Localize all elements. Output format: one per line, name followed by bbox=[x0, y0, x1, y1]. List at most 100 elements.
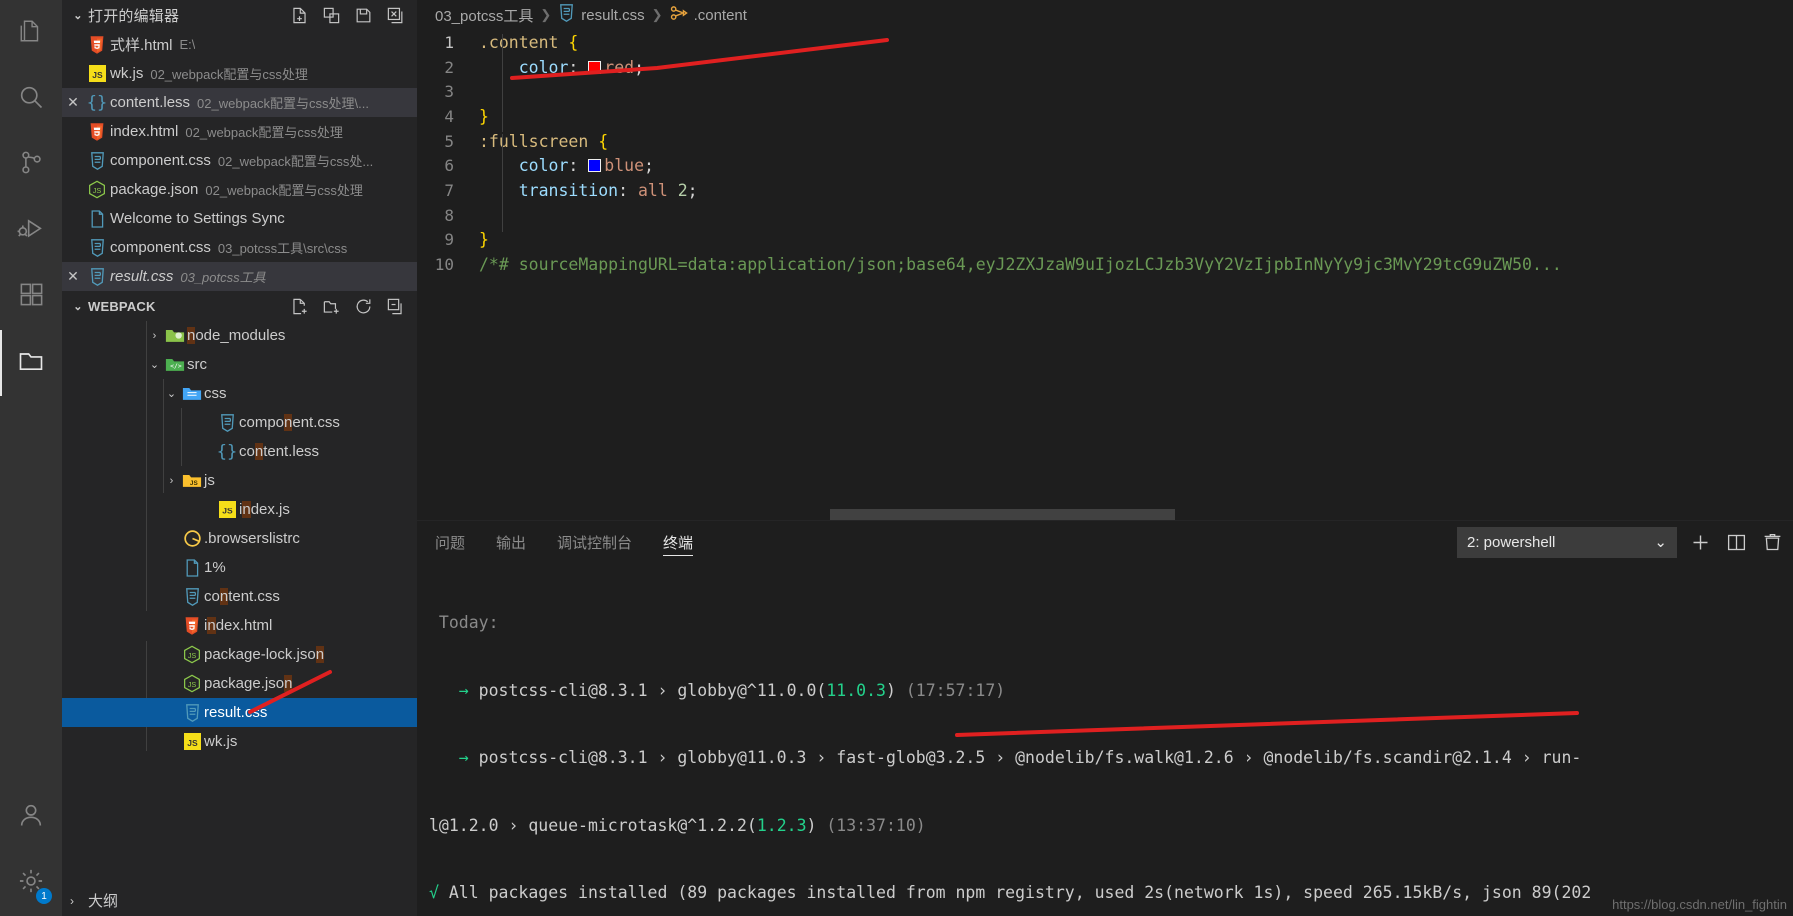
open-editor-item[interactable]: ✕ index.html 02_webpack配置与css处理 bbox=[62, 117, 417, 146]
breadcrumb-separator: ❯ bbox=[651, 7, 663, 22]
line-content: .content { bbox=[479, 32, 579, 52]
tree-item-package-json[interactable]: › JS package.json bbox=[62, 669, 417, 698]
tree-item-package-lock-json[interactable]: › JS package-lock.json bbox=[62, 640, 417, 669]
tree-item-result-css[interactable]: › result.css bbox=[62, 698, 417, 727]
explorer-header[interactable]: ⌄ WEBPACK bbox=[62, 291, 417, 321]
folder-src-icon: </> bbox=[163, 356, 187, 373]
terminal-output[interactable]: Today: → postcss-cli@8.3.1 › globby@^11.… bbox=[417, 563, 1793, 916]
activity-item-source-control[interactable] bbox=[0, 132, 62, 198]
chevron-right-icon[interactable]: › bbox=[70, 894, 88, 908]
tree-item-component-css[interactable]: › component.css bbox=[62, 408, 417, 437]
new-terminal-icon[interactable] bbox=[1687, 529, 1713, 555]
tree-item-src[interactable]: ⌄ </> src bbox=[62, 350, 417, 379]
tab-problems[interactable]: 问题 bbox=[435, 521, 465, 563]
tree-item-1pct[interactable]: › 1% bbox=[62, 553, 417, 582]
code-line: 3 bbox=[417, 79, 1793, 104]
close-all-icon[interactable] bbox=[386, 6, 405, 25]
chevron-right-icon[interactable]: › bbox=[146, 330, 163, 342]
tree-item-browserslistrc[interactable]: › .browserslistrc bbox=[62, 524, 417, 553]
open-editor-item[interactable]: ✕ {} content.less 02_webpack配置与css处理\... bbox=[62, 88, 417, 117]
open-editor-item[interactable]: ✕ JS wk.js 02_webpack配置与css处理 bbox=[62, 59, 417, 88]
open-editor-item[interactable]: ✕ component.css 02_webpack配置与css处... bbox=[62, 146, 417, 175]
tree-item-node_modules[interactable]: › node_modules n bbox=[62, 321, 417, 350]
less-icon: {} bbox=[86, 92, 108, 113]
tree-item-wk-js[interactable]: › JS wk.js bbox=[62, 727, 417, 756]
new-folder-icon[interactable] bbox=[322, 297, 341, 316]
code-line: 4 } bbox=[417, 104, 1793, 129]
file-tree: › node_modules n ⌄ </> src ⌄ css bbox=[62, 321, 417, 885]
tree-item-content-less[interactable]: › {} content.less bbox=[62, 437, 417, 466]
code-editor[interactable]: 1 .content { 2 color: red; 3 4 } 5 :full… bbox=[417, 30, 1793, 520]
tree-item-label: index.html bbox=[204, 617, 273, 634]
color-swatch-blue[interactable] bbox=[588, 159, 602, 173]
open-editor-item[interactable]: ✕ JS package.json 02_webpack配置与css处理 bbox=[62, 175, 417, 204]
open-editors-header[interactable]: ⌄ 打开的编辑器 bbox=[62, 0, 417, 30]
chevron-down-icon[interactable]: ⌄ bbox=[70, 9, 86, 22]
activity-item-accounts[interactable] bbox=[0, 784, 62, 850]
tree-item-index-js[interactable]: › JS index.js bbox=[62, 495, 417, 524]
activity-item-extensions[interactable] bbox=[0, 264, 62, 330]
tab-terminal[interactable]: 终端 bbox=[663, 521, 694, 563]
explorer-actions bbox=[290, 297, 413, 316]
tree-item-label: src bbox=[187, 356, 207, 373]
svg-text:JS: JS bbox=[188, 680, 197, 689]
open-editor-item[interactable]: ✕ component.css 03_potcss工具\src\css bbox=[62, 233, 417, 262]
line-content: } bbox=[479, 230, 489, 250]
svg-text:JS: JS bbox=[187, 738, 198, 748]
svg-text:</>: </> bbox=[170, 363, 182, 370]
split-terminal-icon[interactable] bbox=[1723, 529, 1749, 555]
chevron-down-icon[interactable]: ⌄ bbox=[163, 387, 180, 400]
terminal-line: l@1.2.0 › queue-microtask@^1.2.2(1.2.3) … bbox=[429, 815, 926, 835]
indent-guide bbox=[502, 34, 503, 132]
chevron-right-icon[interactable]: › bbox=[163, 475, 180, 487]
css-icon bbox=[215, 413, 239, 432]
run-debug-icon bbox=[17, 215, 45, 248]
kill-terminal-icon[interactable] bbox=[1759, 529, 1785, 555]
outline-section-header[interactable]: › 大纲 bbox=[62, 885, 417, 916]
activity-item-run-and-debug[interactable] bbox=[0, 198, 62, 264]
save-all-icon[interactable] bbox=[354, 6, 373, 25]
tree-item-js[interactable]: › JS js bbox=[62, 466, 417, 495]
tree-item-index-html[interactable]: › index.html bbox=[62, 611, 417, 640]
terminal-selector[interactable]: 2: powershell ⌄ bbox=[1457, 526, 1677, 558]
search-icon bbox=[17, 83, 45, 116]
file-desc: 02_webpack配置与css处理 bbox=[205, 183, 363, 198]
chevron-down-icon[interactable]: ⌄ bbox=[1654, 533, 1667, 551]
open-editor-item[interactable]: ✕ Welcome to Settings Sync bbox=[62, 204, 417, 233]
breadcrumb-label: result.css bbox=[581, 6, 645, 24]
code-line: 6 color: blue; bbox=[417, 153, 1793, 178]
file-name: wk.js bbox=[110, 65, 144, 82]
tab-debug-console[interactable]: 调试控制台 bbox=[557, 521, 632, 563]
activity-item-folder[interactable] bbox=[0, 330, 62, 396]
terminal-line: √ All packages installed (89 packages in… bbox=[429, 883, 1592, 902]
breadcrumb-item-file[interactable]: result.css bbox=[558, 4, 645, 26]
open-editor-item[interactable]: ✕ 式样.html E:\ bbox=[62, 30, 417, 59]
open-editor-item-active[interactable]: ✕ result.css 03_potcss工具 bbox=[62, 262, 417, 291]
split-editor-icon[interactable] bbox=[322, 6, 341, 25]
activity-item-search[interactable] bbox=[0, 66, 62, 132]
js-icon: JS bbox=[180, 733, 204, 750]
close-icon[interactable]: ✕ bbox=[62, 94, 84, 111]
color-swatch-red[interactable] bbox=[588, 60, 602, 74]
editor-horizontal-scrollbar[interactable] bbox=[830, 509, 1175, 520]
tree-item-label: js bbox=[204, 472, 215, 489]
new-file-icon[interactable] bbox=[290, 6, 309, 25]
chevron-down-icon[interactable]: ⌄ bbox=[146, 358, 163, 371]
close-icon[interactable]: ✕ bbox=[62, 268, 84, 285]
activity-item-explorer[interactable] bbox=[0, 0, 62, 66]
tree-item-label: package.json bbox=[204, 675, 293, 692]
line-number: 9 bbox=[444, 230, 454, 250]
json-icon: JS bbox=[180, 674, 204, 693]
new-file-icon[interactable] bbox=[290, 297, 309, 316]
tree-item-content-css[interactable]: › content.css bbox=[62, 582, 417, 611]
breadcrumb-item-symbol[interactable]: .content bbox=[670, 5, 747, 25]
activity-item-manage[interactable]: 1 bbox=[0, 850, 62, 916]
collapse-all-icon[interactable] bbox=[386, 297, 405, 316]
terminal-line: Today: bbox=[429, 613, 499, 632]
refresh-icon[interactable] bbox=[354, 297, 373, 316]
breadcrumb-item-folder[interactable]: 03_potcss工具 bbox=[435, 5, 533, 26]
tree-item-css[interactable]: ⌄ css bbox=[62, 379, 417, 408]
chevron-down-icon[interactable]: ⌄ bbox=[70, 300, 86, 313]
tab-output[interactable]: 输出 bbox=[496, 521, 526, 563]
code-line: 5 :fullscreen { bbox=[417, 129, 1793, 154]
